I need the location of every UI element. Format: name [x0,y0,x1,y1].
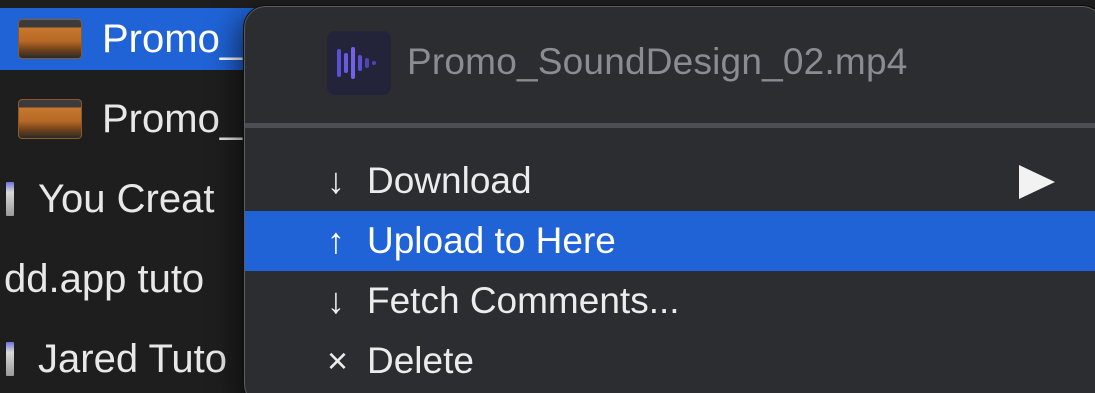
document-icon [6,342,14,376]
menu-item-delete[interactable]: × Delete [245,331,1095,391]
menu-item-label: Download [367,160,532,201]
audio-waveform-icon [327,31,391,95]
down-arrow-icon: ↓ [327,160,345,201]
menu-header: Promo_SoundDesign_02.mp4 [245,7,1095,125]
menu-file-title: Promo_SoundDesign_02.mp4 [407,41,908,82]
video-thumbnail-icon [18,19,82,59]
menu-item-upload-to-here[interactable]: ↑ Upload to Here [245,211,1095,271]
menu-item-label: Fetch Comments... [367,280,680,321]
context-menu: Promo_SoundDesign_02.mp4 ↓ Download ↑ Up… [244,6,1095,393]
submenu-arrow-icon [1019,165,1055,199]
video-thumbnail-icon [18,99,82,139]
file-row-label: Promo_ [102,16,243,61]
menu-item-download[interactable]: ↓ Download [245,151,1095,211]
menu-item-fetch-comments[interactable]: ↓ Fetch Comments... [245,271,1095,331]
file-row-label: Jared Tuto [38,336,228,381]
file-row-label: You Creat [38,176,215,221]
document-icon [6,182,14,216]
menu-separator [245,123,1095,128]
file-row-label: Promo_ [102,96,243,141]
menu-item-label: Delete [367,340,474,381]
file-row-label: dd.app tuto [4,256,205,301]
down-arrow-icon: ↓ [327,280,345,321]
menu-item-label: Upload to Here [367,220,616,261]
up-arrow-icon: ↑ [327,220,345,261]
close-icon: × [327,340,349,381]
